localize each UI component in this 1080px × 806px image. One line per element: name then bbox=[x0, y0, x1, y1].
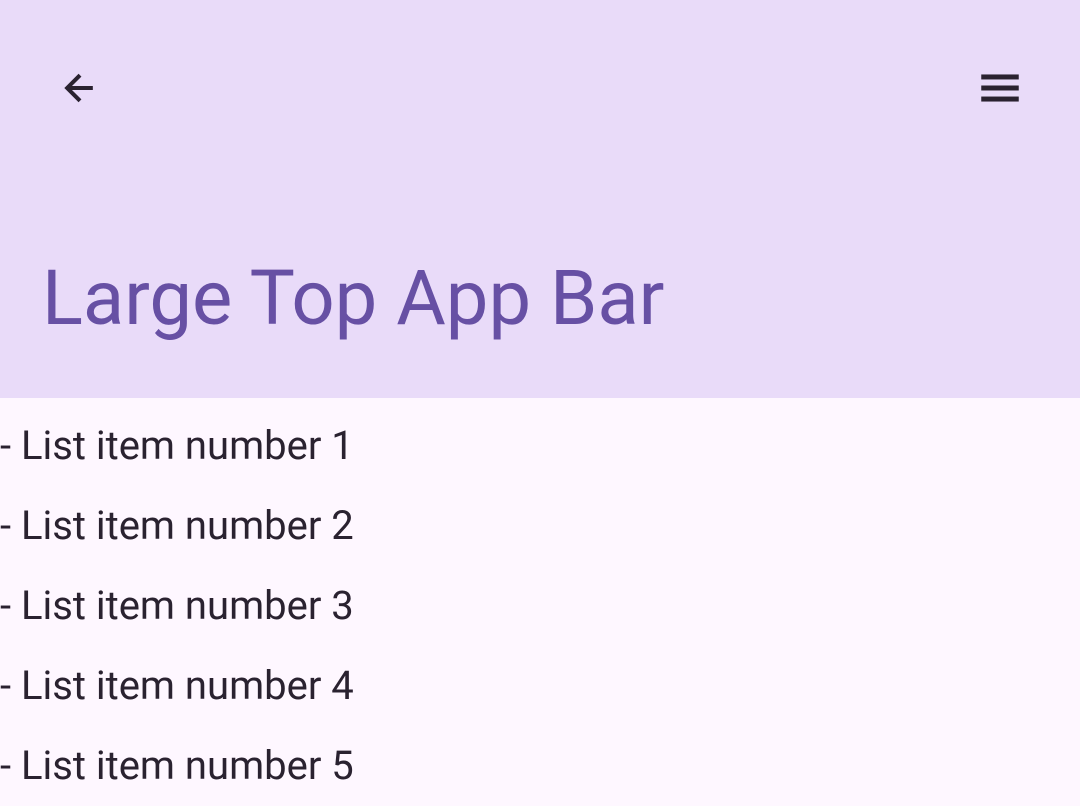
back-button[interactable] bbox=[48, 58, 112, 122]
list-item: - List item number 4 bbox=[0, 646, 1080, 726]
content-list: - List item number 1 - List item number … bbox=[0, 398, 1080, 806]
menu-button[interactable] bbox=[968, 58, 1032, 122]
app-bar-action-row bbox=[0, 0, 1080, 130]
list-item: - List item number 1 bbox=[0, 406, 1080, 486]
list-item: - List item number 2 bbox=[0, 486, 1080, 566]
app-bar-title: Large Top App Bar bbox=[42, 253, 664, 343]
large-top-app-bar: Large Top App Bar bbox=[0, 0, 1080, 398]
menu-icon bbox=[975, 63, 1025, 117]
list-item: - List item number 3 bbox=[0, 566, 1080, 646]
list-item: - List item number 5 bbox=[0, 726, 1080, 806]
arrow-back-icon bbox=[58, 66, 102, 114]
